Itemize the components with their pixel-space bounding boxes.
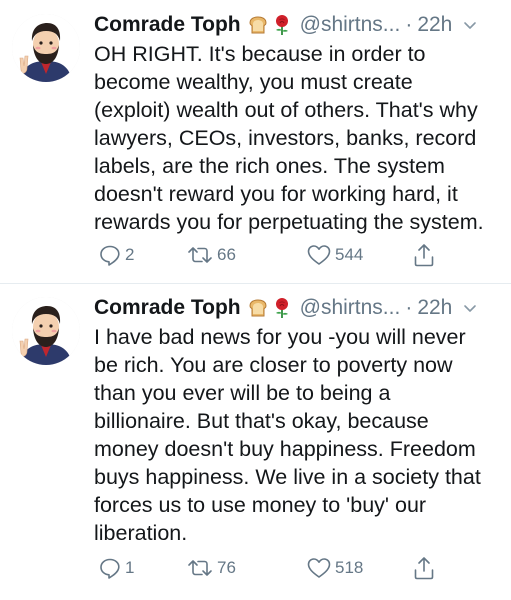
retweet-button[interactable]: 76	[186, 556, 236, 580]
reply-icon	[100, 245, 120, 266]
rose-icon	[275, 298, 288, 318]
avatar-illustration	[12, 297, 80, 365]
reply-count: 1	[125, 558, 135, 577]
reply-button[interactable]: 1	[98, 556, 134, 580]
retweet-count: 66	[217, 245, 236, 264]
heart-icon	[307, 245, 331, 265]
like-button[interactable]: 544	[306, 243, 363, 267]
retweet-button[interactable]: 66	[186, 243, 236, 267]
like-count: 544	[335, 245, 364, 264]
display-name[interactable]: Comrade Toph	[94, 13, 241, 37]
tweet-text: OH RIGHT. It's because in order to becom…	[94, 42, 484, 234]
username-handle[interactable]: @shirtns...	[300, 296, 401, 320]
name-emoji	[247, 297, 293, 319]
share-button[interactable]	[412, 555, 436, 581]
tweet-header: Comrade Toph @shirtns... · 22h	[94, 10, 503, 40]
tweet-actions: 1 76 518	[94, 555, 454, 581]
tweet-actions: 2 66 544	[94, 242, 454, 268]
timestamp[interactable]: 22h	[417, 13, 452, 37]
share-icon	[414, 244, 434, 267]
separator-dot: ·	[405, 13, 413, 36]
timestamp[interactable]: 22h	[417, 296, 452, 320]
display-name[interactable]: Comrade Toph	[94, 296, 241, 320]
tweet-1[interactable]: Comrade Toph @shirtns... · 22h OH RIGHT.…	[0, 0, 511, 283]
share-icon	[414, 557, 434, 580]
name-emoji	[247, 14, 293, 36]
username-handle[interactable]: @shirtns...	[300, 13, 401, 37]
reply-icon	[100, 558, 120, 579]
chevron-down-icon[interactable]	[462, 300, 478, 316]
heart-icon	[307, 558, 331, 578]
separator-dot: ·	[405, 296, 413, 319]
share-button[interactable]	[412, 242, 436, 268]
bread-icon	[249, 299, 267, 317]
like-count: 518	[335, 558, 364, 577]
retweet-count: 76	[217, 558, 236, 577]
retweet-icon	[188, 560, 212, 576]
retweet-icon	[188, 247, 212, 263]
tweet-header: Comrade Toph @shirtns... · 22h	[94, 293, 503, 323]
reply-count: 2	[125, 245, 135, 264]
avatar[interactable]	[12, 297, 80, 365]
like-button[interactable]: 518	[306, 556, 363, 580]
avatar-illustration	[12, 14, 80, 82]
tweet-text: I have bad news for you -you will never …	[94, 325, 481, 545]
bread-icon	[249, 16, 267, 34]
avatar[interactable]	[12, 14, 80, 82]
rose-icon	[275, 15, 288, 35]
reply-button[interactable]: 2	[98, 243, 134, 267]
chevron-down-icon[interactable]	[462, 17, 478, 33]
tweet-2[interactable]: Comrade Toph @shirtns... · 22h I have ba…	[0, 283, 511, 600]
